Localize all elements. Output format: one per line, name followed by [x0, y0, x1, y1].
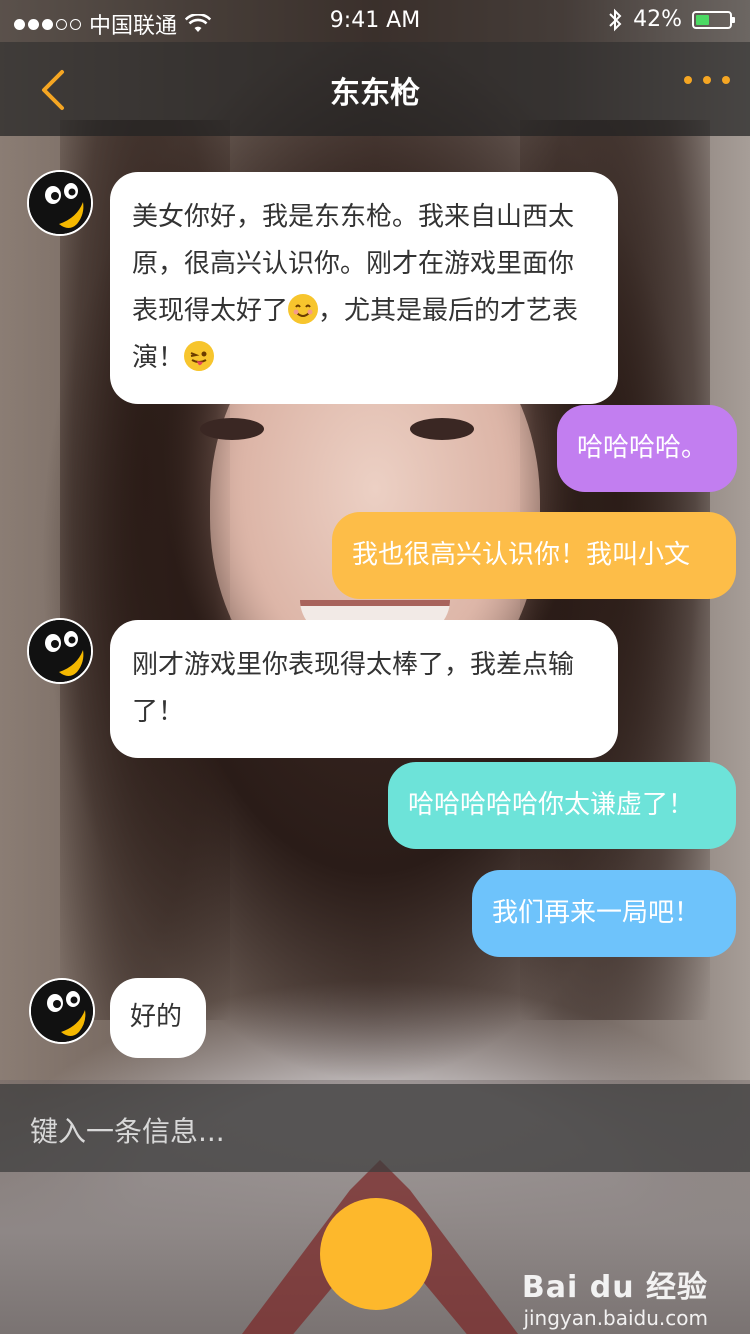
penguin-avatar-icon	[31, 980, 93, 1042]
more-options-icon[interactable]	[684, 76, 730, 84]
battery-fill	[696, 14, 709, 25]
background-photo-eye-right	[410, 418, 474, 440]
status-right: 42%	[607, 7, 735, 32]
message-text: 哈哈哈哈。	[577, 433, 708, 463]
avatar[interactable]	[29, 978, 95, 1044]
status-bar: 中国联通 9:41 AM 42%	[0, 0, 750, 42]
message-input-placeholder[interactable]: 键入一条信息...	[30, 1110, 225, 1150]
message-text: 好的	[130, 1002, 183, 1032]
message-text: 我们再来一局吧！	[492, 898, 701, 928]
message-text: 我也很高兴认识你！我叫小文	[352, 540, 691, 570]
message-bubble-incoming[interactable]: 刚才游戏里你表现得太棒了，我差点输了！	[110, 620, 618, 758]
message-bubble-incoming[interactable]: 美女你好，我是东东枪。我来自山西太原，很高兴认识你。刚才在游戏里面你表现得太好了…	[110, 172, 618, 404]
background-photo-eye-left	[200, 418, 264, 440]
battery-icon	[692, 10, 735, 29]
message-bubble-outgoing[interactable]: 我也很高兴认识你！我叫小文	[332, 512, 736, 599]
smiling-face-icon	[288, 294, 319, 324]
battery-percent: 42%	[633, 7, 682, 32]
penguin-avatar-icon	[29, 620, 91, 682]
record-button[interactable]	[320, 1198, 432, 1310]
message-text: 哈哈哈哈哈你太谦虚了！	[408, 790, 695, 820]
message-bubble-outgoing[interactable]: 哈哈哈哈哈你太谦虚了！	[388, 762, 736, 849]
message-bubble-outgoing[interactable]: 我们再来一局吧！	[472, 870, 736, 957]
chat-screen: 中国联通 9:41 AM 42% 东东枪 美女你好，我是东东枪。我来自山西太原，…	[0, 0, 750, 1334]
watermark-brand: Bai du 经验	[521, 1270, 708, 1305]
winking-tongue-face-icon	[184, 341, 215, 371]
watermark-url: jingyan.baidu.com	[523, 1306, 708, 1330]
avatar[interactable]	[27, 170, 93, 236]
avatar[interactable]	[27, 618, 93, 684]
message-input-bar[interactable]: 键入一条信息...	[0, 1084, 750, 1172]
page-title: 东东枪	[330, 76, 420, 111]
message-bubble-outgoing[interactable]: 哈哈哈哈。	[557, 405, 737, 492]
message-bubble-incoming[interactable]: 好的	[110, 978, 206, 1058]
watermark: Bai du 经验 jingyan.baidu.com	[522, 1262, 708, 1330]
message-text: 刚才游戏里你表现得太棒了，我差点输了！	[132, 650, 575, 727]
bluetooth-icon	[609, 8, 622, 31]
penguin-avatar-icon	[29, 172, 91, 234]
nav-bar: 东东枪	[0, 42, 750, 136]
